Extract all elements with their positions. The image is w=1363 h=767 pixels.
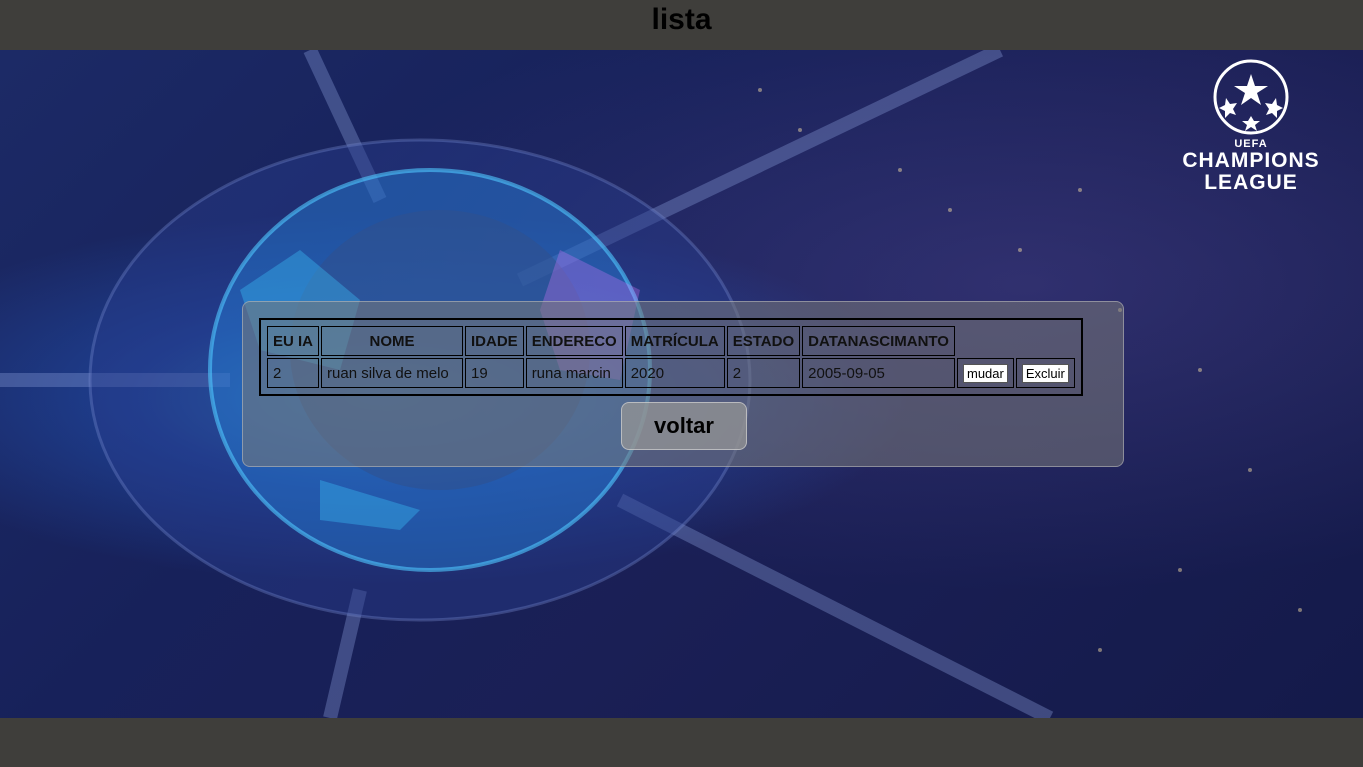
cell-id: 2 [267, 358, 320, 388]
cell-endereco: runa marcin [525, 358, 623, 388]
page-header: lista [0, 0, 1363, 50]
column-header-endereco: ENDERECO [525, 326, 623, 356]
column-header-empty [957, 326, 1014, 356]
delete-button[interactable]: Excluir [1021, 363, 1069, 383]
logo-league-text: LEAGUE [1204, 171, 1298, 194]
column-header-nome: NOME [321, 326, 464, 356]
back-button[interactable]: voltar [621, 402, 747, 450]
column-header-empty [1016, 326, 1075, 356]
students-table: EU IA NOME IDADE ENDERECO MATRÍCULA ESTA… [259, 318, 1083, 396]
cell-estado: 2 [726, 358, 801, 388]
table-row: 2 ruan silva de melo 19 runa marcin 2020… [267, 358, 1075, 388]
cell-nome: ruan silva de melo [321, 358, 464, 388]
cell-matricula: 2020 [624, 358, 725, 388]
cell-idade: 19 [465, 358, 524, 388]
starball-icon [1213, 59, 1289, 135]
cell-datanascimento: 2005-09-05 [802, 358, 955, 388]
cell-delete-action: Excluir [1015, 358, 1075, 388]
column-header-matricula: MATRÍCULA [624, 326, 725, 356]
column-header-id: EU IA [267, 326, 320, 356]
cell-edit-action: mudar [956, 358, 1014, 388]
column-header-datanascimento: DATANASCIMANTO [802, 326, 955, 356]
list-panel-content: EU IA NOME IDADE ENDERECO MATRÍCULA ESTA… [242, 301, 1124, 467]
table-header-row: EU IA NOME IDADE ENDERECO MATRÍCULA ESTA… [267, 326, 1075, 356]
column-header-estado: ESTADO [726, 326, 801, 356]
logo-champions-text: CHAMPIONS [1182, 149, 1320, 172]
column-header-idade: IDADE [465, 326, 524, 356]
champions-league-logo: UEFA CHAMPIONS LEAGUE [1166, 58, 1336, 218]
page-footer [0, 718, 1363, 767]
edit-button[interactable]: mudar [962, 363, 1008, 383]
page-title: lista [651, 3, 712, 36]
